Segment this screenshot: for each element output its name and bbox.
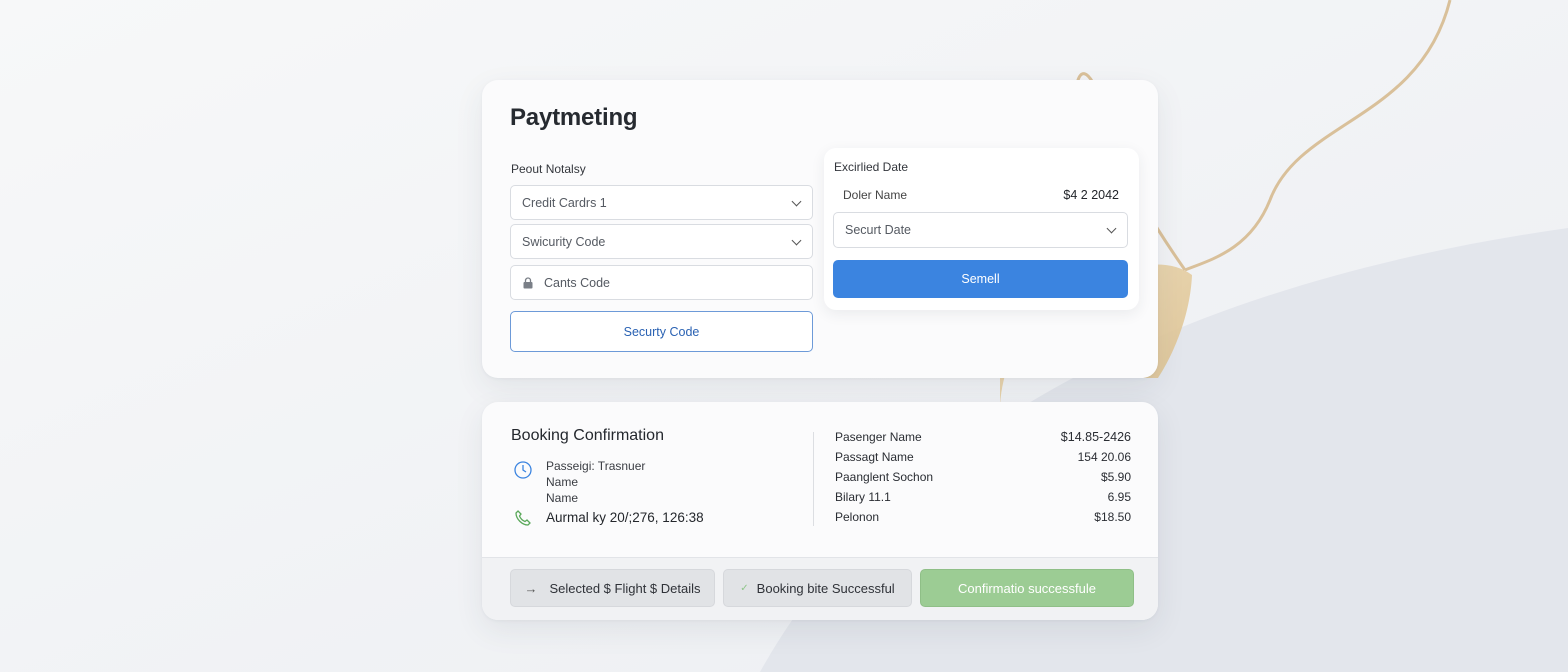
expiry-panel: Excirlied Date Doler Name $4 2 2042 Secu… [824,148,1139,310]
security-code-value: Swicurity Code [522,234,606,249]
card-code-input[interactable]: Cants Code [510,265,813,300]
clock-icon [513,460,533,485]
row-value: $5.90 [1100,470,1131,484]
page-title: Paytmeting [510,104,638,131]
summary-row: Passagt Name 154 20.06 [835,450,1131,464]
secure-date-select[interactable]: Securt Date [833,212,1128,248]
row-value: $18.50 [1094,510,1131,524]
lock-icon [522,276,534,289]
card-type-select[interactable]: Credit Cardrs 1 [510,185,813,220]
security-code-button[interactable]: Securty Code [510,311,813,352]
expiry-date-label: Excirlied Date [834,160,909,174]
booking-card: Booking Confirmation Passeigi: Trasnuer … [482,402,1158,620]
row-label: Bilary 11.1 [835,490,891,504]
check-icon: ✓ [740,582,749,594]
confirmation-button[interactable]: Confirmatio successfule [920,569,1134,607]
submit-button[interactable]: Semell [833,260,1128,298]
card-code-placeholder: Cants Code [544,275,611,290]
vertical-divider [813,432,814,526]
chevron-down-icon [1106,223,1117,234]
chevron-down-icon [791,235,802,246]
summary-row: Pasenger Name $14.85-2426 [835,430,1131,444]
row-label: Pasenger Name [835,430,922,444]
row-label: Pelonon [835,510,880,524]
row-label: Passagt Name [835,450,914,464]
payment-card: Paytmeting Peout Notalsy Credit Cardrs 1… [482,80,1158,378]
flight-details-label: Selected $ Flight $ Details [549,580,701,596]
secure-date-value: Securt Date [845,223,912,237]
action-footer: → Selected $ Flight $ Details ✓ Booking … [482,557,1158,620]
arrow-right-icon: → [524,580,538,596]
name-line-1: Name [546,475,579,489]
summary-row: Bilary 11.1 6.95 [835,490,1131,504]
flight-details-button[interactable]: → Selected $ Flight $ Details [510,569,715,607]
booking-status-button[interactable]: ✓ Booking bite Successful [723,569,912,607]
summary-row: Pelonon $18.50 [835,510,1131,524]
timestamp-line: Aurmal ky 20/;276, 126:38 [546,510,704,525]
security-code-select[interactable]: Swicurity Code [510,224,813,259]
booking-title: Booking Confirmation [511,427,664,444]
row-value: 154 20.06 [1077,450,1131,464]
phone-icon [514,509,532,532]
holder-name-value: $4 2 2042 [1063,188,1119,202]
payment-method-label: Peout Notalsy [511,162,586,176]
passenger-line: Passeigi: Trasnuer [546,459,646,473]
booking-status-label: Booking bite Successful [756,580,895,596]
card-type-value: Credit Cardrs 1 [522,195,607,210]
row-value: 6.95 [1107,490,1131,504]
chevron-down-icon [791,196,802,207]
row-value: $14.85-2426 [1060,430,1131,444]
row-label: Paanglent Sochon [835,470,934,484]
holder-name-label: Doler Name [843,188,908,202]
summary-row: Paanglent Sochon $5.90 [835,470,1131,484]
name-line-2: Name [546,491,579,505]
